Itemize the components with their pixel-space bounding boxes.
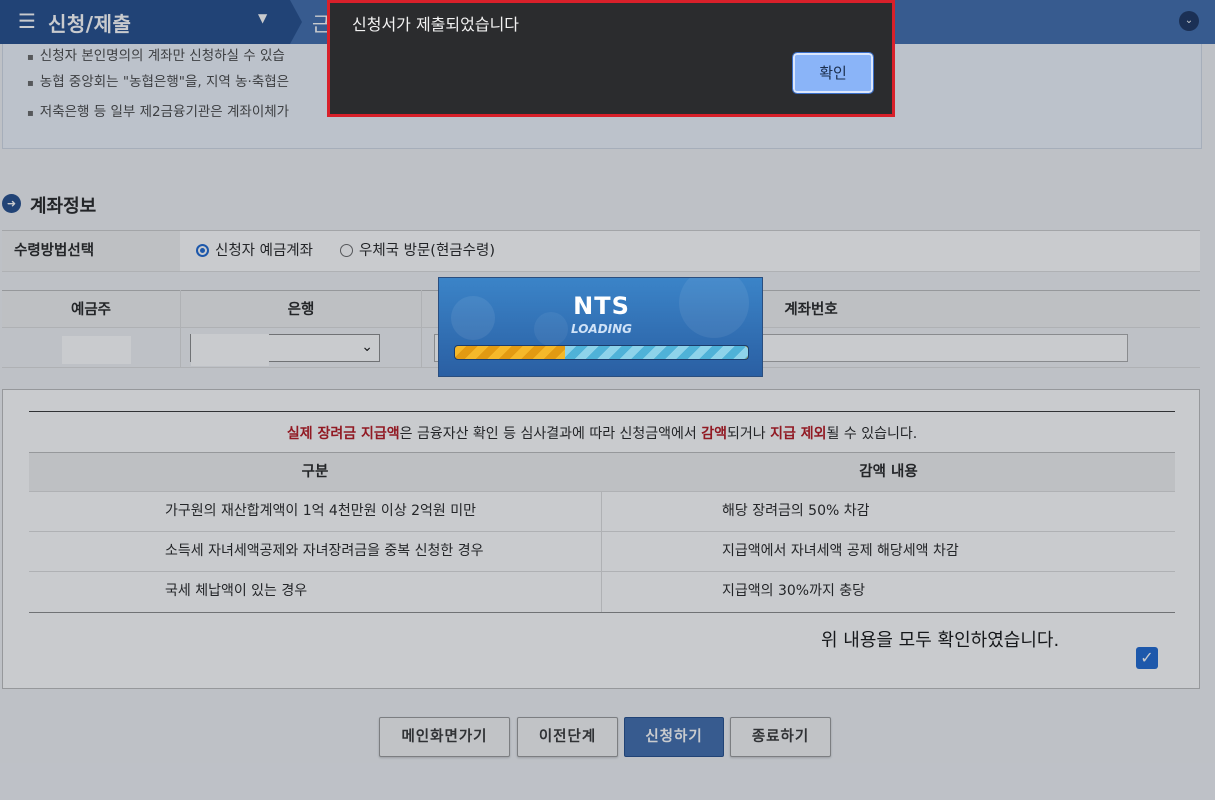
dialog-ok-button[interactable]: 확인 [792,52,874,94]
loading-text: LOADING [570,322,633,336]
alert-dialog: 신청서가 제출되었습니다 확인 [327,0,895,117]
modal-overlay [0,0,1215,800]
dialog-message: 신청서가 제출되었습니다 [352,15,520,34]
loading-indicator: NTS LOADING [438,277,763,377]
nts-logo: NTS [573,292,630,320]
loading-progress-bar [454,345,749,360]
